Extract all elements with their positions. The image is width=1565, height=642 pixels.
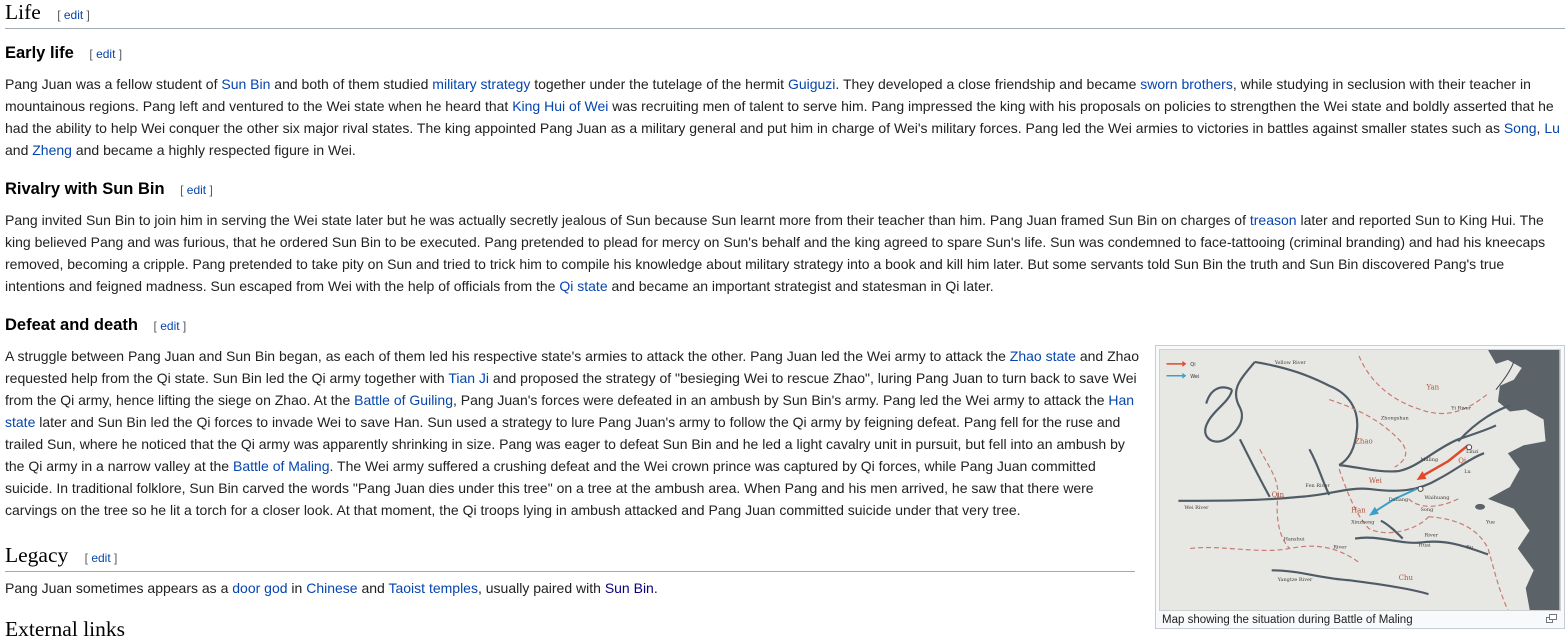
heading-text: Early life: [5, 44, 74, 62]
map-place-label: Linzi: [1466, 449, 1479, 455]
section-heading-defeat: Defeat and death [ edit ]: [5, 315, 186, 336]
map-legend-label: Qi: [1190, 362, 1195, 368]
caption-text: Map showing the situation during Battle …: [1162, 614, 1413, 626]
wiki-link[interactable]: Chinese: [306, 580, 357, 596]
edit-link[interactable]: edit: [187, 183, 206, 197]
map-place-label: Yue: [1485, 520, 1495, 526]
map-place-label: Qin: [1272, 491, 1285, 499]
map-place-label: Qi: [1458, 457, 1467, 465]
wiki-link[interactable]: Battle of Guiling: [354, 392, 453, 408]
wiki-link[interactable]: Tian Ji: [448, 370, 489, 386]
map-place-label: Han: [1351, 507, 1366, 515]
sea-shape: [1488, 350, 1560, 610]
map-place-label: Xinzheng: [1351, 520, 1375, 526]
map-place-label: Wei: [1369, 477, 1383, 485]
map-place-label: Hanshui: [1284, 537, 1305, 543]
wiki-link[interactable]: Sun Bin: [605, 580, 654, 596]
edit-section-rivalry: [ edit ]: [180, 183, 213, 197]
edit-link[interactable]: edit: [160, 319, 179, 333]
enlarge-icon[interactable]: [1546, 614, 1557, 623]
state-borders: [1190, 355, 1509, 610]
edit-section-early-life: [ edit ]: [89, 47, 123, 61]
paragraph-defeat: A struggle between Pang Juan and Sun Bin…: [5, 348, 1140, 518]
edit-link[interactable]: edit: [96, 47, 115, 61]
edit-section-legacy: [ edit ]: [84, 551, 118, 565]
wiki-link[interactable]: King Hui of Wei: [512, 98, 608, 114]
heading-text: External links: [5, 617, 126, 641]
map-place-label: Yangtze River: [1277, 577, 1313, 583]
wiki-link[interactable]: military strategy: [432, 76, 530, 92]
paragraph-legacy: Pang Juan sometimes appears as a door go…: [5, 580, 658, 596]
paragraph-early-life: Pang Juan was a fellow student of Sun Bi…: [5, 76, 1560, 158]
wiki-link[interactable]: Battle of Maling: [233, 458, 330, 474]
map-legend-label: Wei: [1190, 374, 1199, 380]
heading-text: Defeat and death: [5, 316, 138, 334]
map-place-label: Wei River: [1184, 505, 1209, 511]
map-place-label: Yan: [1425, 384, 1439, 392]
heading-text: Life: [5, 0, 41, 24]
map-place-label: Huai: [1419, 542, 1431, 548]
heading-text: Rivalry with Sun Bin: [5, 180, 165, 198]
figure-caption: Map showing the situation during Battle …: [1159, 611, 1561, 630]
map-place-label: Fen River: [1305, 483, 1330, 489]
map-place-label: Song: [1421, 507, 1435, 513]
wiki-link[interactable]: Zheng: [32, 142, 72, 158]
wiki-link[interactable]: Zhao state: [1010, 348, 1076, 364]
wiki-link[interactable]: Han state: [5, 392, 1134, 430]
wiki-link[interactable]: Sun Bin: [221, 76, 270, 92]
edit-link[interactable]: edit: [64, 8, 83, 22]
map-place-label: Lu: [1464, 469, 1470, 475]
map-place-label: Daliang: [1389, 497, 1409, 503]
map-place-label: River: [1425, 533, 1439, 539]
map-place-label: River: [1333, 544, 1347, 550]
island-shape: [1475, 503, 1486, 510]
edit-section-life: [ edit ]: [57, 8, 90, 22]
wiki-link[interactable]: door god: [232, 580, 287, 596]
section-heading-legacy: Legacy [ edit ]: [5, 543, 1135, 572]
map-place-label: Maling: [1421, 457, 1439, 463]
map-place-label: Yellow River: [1274, 360, 1307, 366]
map-place-label: Zhongshan: [1381, 415, 1410, 421]
map-figure: Qi Wei Yellow River Yan Yi River Zhongshan Zha…: [1155, 345, 1565, 629]
rivers: [1178, 360, 1511, 596]
paragraph-rivalry: Pang invited Sun Bin to join him in serv…: [5, 212, 1546, 294]
wiki-link[interactable]: Song: [1504, 120, 1537, 136]
wiki-link[interactable]: Taoist temples: [388, 580, 477, 596]
heading-text: Legacy: [5, 543, 69, 567]
edit-link[interactable]: edit: [91, 551, 110, 565]
map-place-label: Ru: [1466, 544, 1473, 550]
wiki-link[interactable]: sworn brothers: [1140, 76, 1233, 92]
wiki-link[interactable]: Guiguzi: [788, 76, 835, 92]
section-heading-early-life: Early life [ edit ]: [5, 43, 122, 64]
section-heading-rivalry: Rivalry with Sun Bin [ edit ]: [5, 179, 213, 200]
edit-section-defeat: [ edit ]: [153, 319, 187, 333]
map-place-label: Waihuang: [1425, 495, 1451, 501]
section-heading-life: Life [ edit ]: [5, 0, 1565, 29]
map-place-label: Chu: [1399, 574, 1414, 582]
wiki-link[interactable]: treason: [1250, 212, 1297, 228]
map-place-label: Zhao: [1355, 437, 1373, 445]
battle-of-maling-map[interactable]: Qi Wei Yellow River Yan Yi River Zhongshan Zha…: [1159, 349, 1561, 611]
wiki-link[interactable]: Qi state: [559, 278, 607, 294]
section-heading-external-links: External links: [5, 617, 1135, 642]
wiki-link[interactable]: Lu: [1544, 120, 1560, 136]
map-place-label: Yi River: [1450, 406, 1471, 412]
